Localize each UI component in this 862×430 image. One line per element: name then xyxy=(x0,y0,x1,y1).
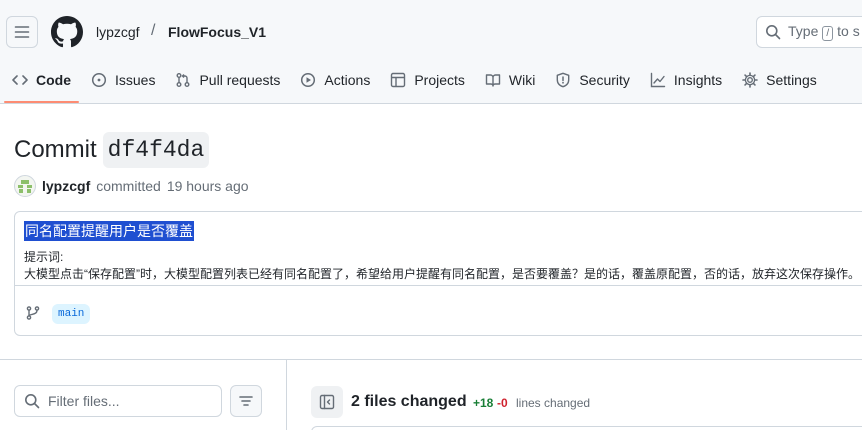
tab-issues[interactable]: Issues xyxy=(83,60,163,100)
repo-header: lypzcgf / FlowFocus_V1 Type / to s Code Is… xyxy=(0,0,862,104)
divider xyxy=(286,360,287,430)
git-branch-icon xyxy=(26,306,40,320)
divider xyxy=(15,285,862,286)
file-diff-container xyxy=(311,426,862,430)
additions-count: +18 xyxy=(473,396,494,410)
tab-label: Settings xyxy=(766,72,817,88)
toggle-file-tree-button[interactable] xyxy=(311,386,343,418)
commit-message-body: 提示词: 大模型点击“保存配置”时，大模型配置列表已经有同名配置了，希望给用户提… xyxy=(24,249,860,283)
gear-icon xyxy=(742,72,758,88)
tab-projects[interactable]: Projects xyxy=(382,60,473,100)
commit-action: committed xyxy=(96,178,161,194)
tab-label: Security xyxy=(579,72,630,88)
search-shortcut-key: / xyxy=(822,26,834,41)
filter-icon xyxy=(239,396,253,406)
search-icon xyxy=(25,394,40,409)
filter-options-button[interactable] xyxy=(230,385,262,417)
message-body-line: 提示词: xyxy=(24,250,64,264)
issue-opened-icon xyxy=(91,72,107,88)
filter-placeholder: Filter files... xyxy=(48,393,120,409)
tab-pull-requests[interactable]: Pull requests xyxy=(167,60,288,100)
commit-message-title: 同名配置提醒用户是否覆盖 xyxy=(24,221,194,241)
code-icon xyxy=(12,75,28,85)
commit-sha[interactable]: df4f4da xyxy=(102,132,210,168)
message-body-line: 大模型点击“保存配置”时，大模型配置列表已经有同名配置了，希望给用户提醒有同名配… xyxy=(24,267,860,281)
breadcrumb-repo[interactable]: FlowFocus_V1 xyxy=(168,23,266,41)
commit-author-row: lypzcgf committed 19 hours ago xyxy=(14,175,249,197)
shield-icon xyxy=(556,72,570,88)
page-title: Commit df4f4da xyxy=(14,132,210,168)
lines-changed-label: lines changed xyxy=(516,396,591,410)
repo-nav-tabs: Code Issues Pull requests Actions Projec… xyxy=(0,60,825,104)
menu-button[interactable] xyxy=(6,16,38,48)
tab-label: Pull requests xyxy=(199,72,281,88)
divider xyxy=(0,359,862,360)
tab-label: Projects xyxy=(414,72,465,88)
hamburger-icon xyxy=(14,26,30,38)
tab-label: Code xyxy=(36,72,71,88)
tab-code[interactable]: Code xyxy=(4,60,79,103)
avatar[interactable] xyxy=(14,175,36,197)
graph-icon xyxy=(650,72,666,88)
filter-files-input[interactable]: Filter files... xyxy=(14,385,222,417)
tab-wiki[interactable]: Wiki xyxy=(477,60,543,100)
search-suffix: to s xyxy=(837,23,860,39)
book-icon xyxy=(485,74,501,87)
commit-time[interactable]: 19 hours ago xyxy=(167,178,249,194)
breadcrumb-separator: / xyxy=(151,22,156,39)
tab-label: Wiki xyxy=(508,72,536,88)
identicon-icon xyxy=(18,180,32,193)
tab-label: Insights xyxy=(673,72,723,88)
tab-insights[interactable]: Insights xyxy=(642,60,730,100)
git-pull-request-icon xyxy=(176,73,190,87)
breadcrumb-owner[interactable]: lypzcgf xyxy=(96,23,140,41)
search-prefix: Type xyxy=(788,23,819,39)
sidebar-expand-icon xyxy=(319,394,335,410)
tab-label: Actions xyxy=(324,72,371,88)
author-name[interactable]: lypzcgf xyxy=(42,178,90,194)
table-icon xyxy=(391,72,406,88)
tab-security[interactable]: Security xyxy=(547,60,638,100)
commit-message-box: 同名配置提醒用户是否覆盖 提示词: 大模型点击“保存配置”时，大模型配置列表已经… xyxy=(14,211,862,336)
commit-heading: Commit xyxy=(14,136,97,163)
github-logo-icon[interactable] xyxy=(51,16,83,48)
search-input[interactable]: Type / to s xyxy=(756,16,862,48)
files-changed-count: 2 files changed xyxy=(351,393,467,410)
tab-label: Issues xyxy=(115,72,156,88)
tab-settings[interactable]: Settings xyxy=(734,60,825,100)
tab-actions[interactable]: Actions xyxy=(292,60,378,100)
branch-badge[interactable]: main xyxy=(52,304,91,324)
search-icon xyxy=(766,25,781,40)
deletions-count: -0 xyxy=(497,396,508,410)
play-icon xyxy=(301,72,316,88)
